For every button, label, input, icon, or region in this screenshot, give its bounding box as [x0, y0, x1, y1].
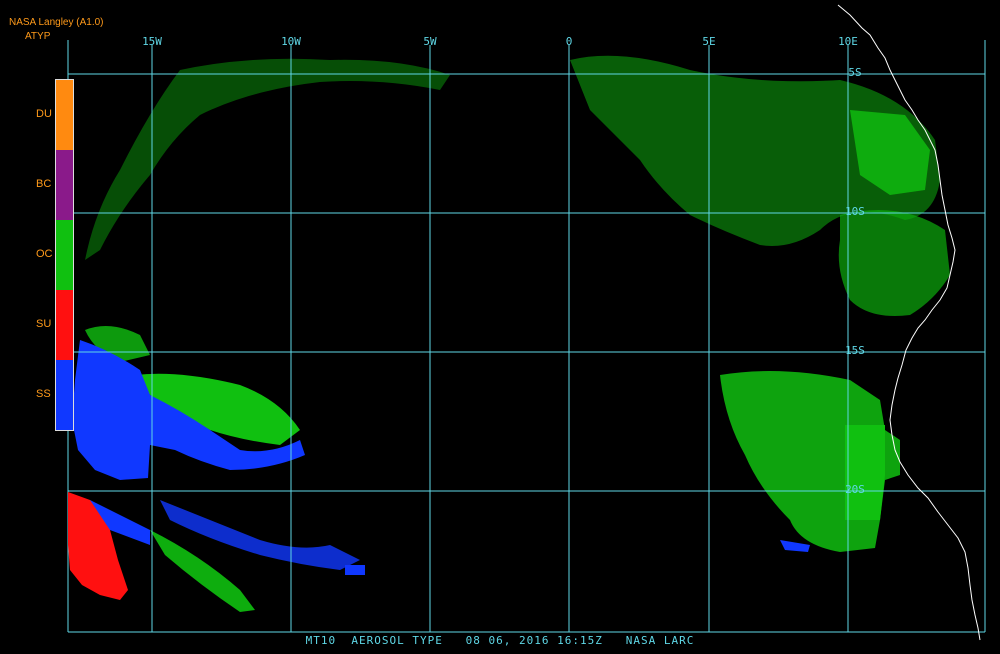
longitude-label: 0: [566, 35, 573, 48]
legend-label-bc: BC: [36, 178, 52, 190]
legend-label-su: SU: [36, 318, 52, 330]
legend-swatch-oc: [56, 220, 73, 290]
map-view: 15W 10W 5W 0 5E 10E 5S 10S 15S 20S: [0, 0, 1000, 650]
aerosol-oc-region-north: [85, 55, 950, 316]
longitude-label: 5W: [423, 35, 437, 48]
legend-swatch-su: [56, 290, 73, 360]
aerosol-oc-region-south: [85, 326, 900, 612]
legend-label-du: DU: [36, 108, 52, 120]
map-canvas: 15W 10W 5W 0 5E 10E 5S 10S 15S 20S: [67, 4, 986, 641]
legend-swatch-bc: [56, 150, 73, 220]
legend-swatch-ss: [56, 360, 73, 430]
latitude-label: 5S: [848, 66, 861, 79]
latitude-label: 20S: [845, 483, 865, 496]
longitude-label: 5E: [702, 35, 715, 48]
map-caption: MT10 AEROSOL TYPE 08 06, 2016 16:15Z NAS…: [305, 634, 695, 647]
legend-label-oc: OC: [36, 248, 53, 260]
latitude-label: 10S: [845, 205, 865, 218]
source-label: NASA Langley (A1.0): [9, 17, 104, 28]
legend-label-ss: SS: [36, 388, 51, 400]
latitude-label: 15S: [845, 344, 865, 357]
product-label: ATYP: [25, 31, 51, 42]
legend-swatch-du: [56, 80, 73, 150]
longitude-label: 10W: [281, 35, 301, 48]
longitude-label: 10E: [838, 35, 858, 48]
longitude-label: 15W: [142, 35, 162, 48]
